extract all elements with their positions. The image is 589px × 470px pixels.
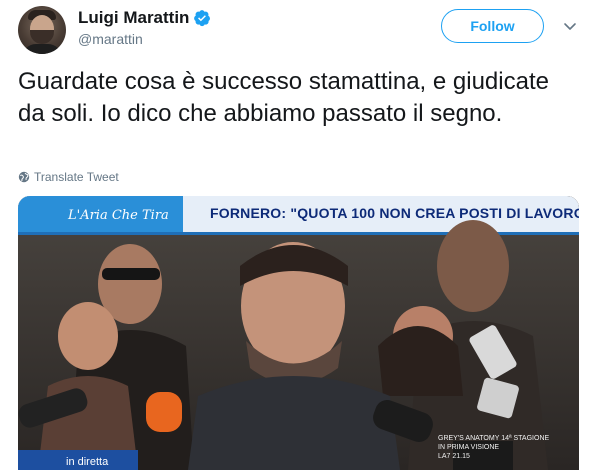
show-logo: L'Aria Che Tira (68, 208, 169, 223)
verified-badge-icon (193, 9, 211, 27)
globe-icon (18, 171, 30, 183)
live-label: in diretta (66, 456, 109, 468)
translate-tweet-label[interactable]: Translate Tweet (34, 170, 119, 184)
sunglasses (102, 268, 160, 280)
author-avatar[interactable] (18, 6, 66, 54)
promo-caption: GREY'S ANATOMY 14ª STAGIONE IN PRIMA VIS… (438, 434, 549, 461)
news-headline: FORNERO: "QUOTA 100 NON CREA POSTI DI LA… (210, 205, 579, 221)
speaker-jacket (188, 376, 400, 470)
reporter-left-head (58, 302, 118, 370)
tweet-text: Guardate cosa è successo stamattina, e g… (18, 68, 549, 127)
avatar-beard (30, 30, 54, 44)
microphone-orange (146, 392, 182, 432)
author-name-row[interactable]: Luigi Marattin (78, 8, 211, 28)
chevron-down-icon[interactable] (562, 18, 578, 34)
translate-tweet-link[interactable]: Translate Tweet (18, 170, 119, 184)
promo-line-1: GREY'S ANATOMY 14ª STAGIONE (438, 435, 550, 442)
author-handle[interactable]: @marattin (78, 31, 143, 47)
promo-line-2: IN PRIMA VISIONE (438, 444, 500, 451)
tweet-video[interactable]: L'Aria Che Tira FORNERO: "QUOTA 100 NON … (18, 196, 579, 470)
promo-line-3: LA7 21.15 (438, 453, 470, 460)
reporter-right-head (437, 220, 509, 312)
author-display-name[interactable]: Luigi Marattin (78, 8, 189, 28)
follow-button[interactable]: Follow (441, 9, 544, 43)
video-frame (18, 196, 579, 470)
avatar-shirt (22, 44, 62, 54)
